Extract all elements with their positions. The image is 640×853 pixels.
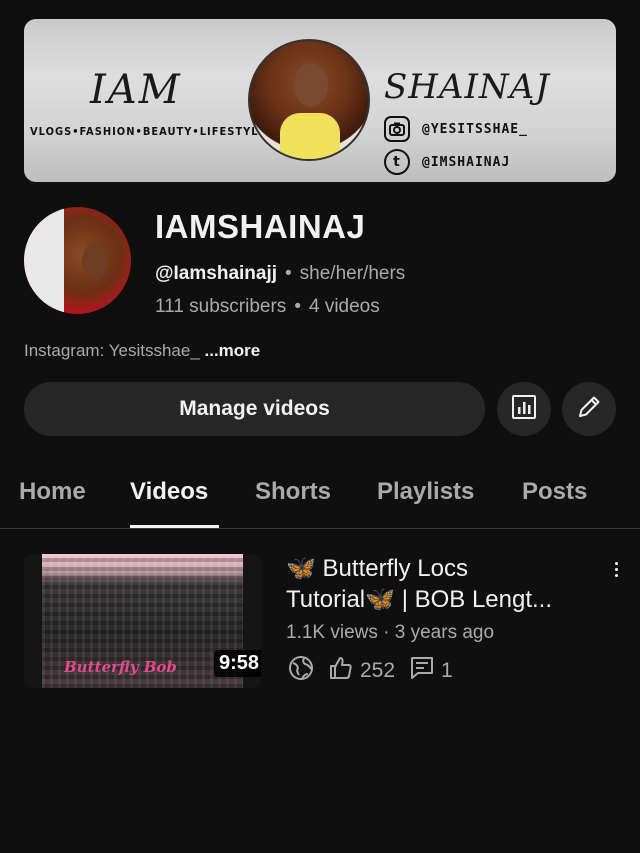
- upload-age: 3 years ago: [394, 622, 495, 643]
- tab-playlists[interactable]: Playlists: [377, 478, 474, 506]
- manage-videos-button[interactable]: Manage videos: [24, 382, 485, 436]
- view-count: 1.1K views: [286, 622, 378, 643]
- banner-portrait: [248, 39, 370, 161]
- video-count: 4 videos: [308, 296, 380, 317]
- channel-stats: 111 subscribers • 4 videos: [155, 296, 380, 318]
- channel-name: IAMSHAINAJ: [155, 208, 366, 245]
- description-text: Instagram: Yesitsshae_: [24, 341, 205, 360]
- comments-stat: 1: [409, 655, 453, 687]
- channel-avatar[interactable]: [24, 207, 131, 314]
- camera-icon: [384, 116, 410, 142]
- tab-posts[interactable]: Posts: [522, 478, 587, 506]
- video-meta: 1.1K views · 3 years ago: [286, 622, 494, 644]
- banner-instagram: @YESITSSHAE_: [384, 116, 528, 142]
- tumblr-icon: t: [384, 149, 410, 175]
- banner-title-left: IAM: [90, 67, 182, 113]
- separator-dot: ·: [383, 622, 395, 643]
- more-options-icon[interactable]: [606, 556, 626, 582]
- tab-shorts[interactable]: Shorts: [255, 478, 331, 506]
- banner-tagline: VLOGS•FASHION•BEAUTY•LIFESTYLE: [30, 125, 267, 138]
- pronouns: she/her/hers: [299, 263, 406, 284]
- handle-row: @Iamshainajj • she/her/hers: [155, 263, 405, 285]
- video-title[interactable]: 🦋 Butterfly Locs Tutorial🦋 | BOB Lengt..…: [286, 553, 596, 615]
- active-tab-indicator: [130, 525, 219, 528]
- globe-icon: [288, 655, 314, 687]
- banner-tumblr-handle: @IMSHAINAJ: [422, 154, 511, 170]
- edit-channel-button[interactable]: [562, 382, 616, 436]
- video-title-line1: 🦋 Butterfly Locs: [286, 555, 468, 582]
- channel-banner: IAM VLOGS•FASHION•BEAUTY•LIFESTYLE SHAIN…: [24, 19, 616, 182]
- like-count: 252: [360, 659, 396, 682]
- thumbnail-caption: Butterfly Bob: [64, 658, 177, 676]
- subscriber-count: 111 subscribers: [155, 296, 287, 317]
- comment-count: 1: [441, 659, 453, 682]
- banner-title-right: SHAINAJ: [384, 67, 550, 107]
- banner-tumblr: t @IMSHAINAJ: [384, 149, 510, 175]
- likes-stat: 252: [328, 655, 395, 687]
- channel-description[interactable]: Instagram: Yesitsshae_ ...more: [24, 341, 260, 361]
- tab-videos[interactable]: Videos: [130, 478, 208, 506]
- video-title-line2: Tutorial🦋 | BOB Lengt...: [286, 586, 553, 613]
- more-link[interactable]: ...more: [205, 341, 261, 360]
- pencil-icon: [576, 394, 602, 425]
- video-thumbnail[interactable]: Butterfly Bob 9:58: [24, 554, 261, 688]
- channel-tabs: Home Videos Shorts Playlists Posts: [0, 462, 640, 529]
- channel-handle: @Iamshainajj: [155, 263, 278, 284]
- analytics-button[interactable]: [497, 382, 551, 436]
- banner-instagram-handle: @YESITSSHAE_: [422, 121, 528, 137]
- separator-dot: •: [285, 263, 292, 284]
- video-stats: 252 1: [288, 655, 453, 687]
- tab-home[interactable]: Home: [19, 478, 86, 506]
- video-duration: 9:58: [214, 650, 261, 677]
- thumbs-up-icon: [328, 655, 354, 687]
- comment-icon: [409, 655, 435, 687]
- separator-dot: •: [294, 296, 301, 317]
- analytics-icon: [511, 394, 537, 425]
